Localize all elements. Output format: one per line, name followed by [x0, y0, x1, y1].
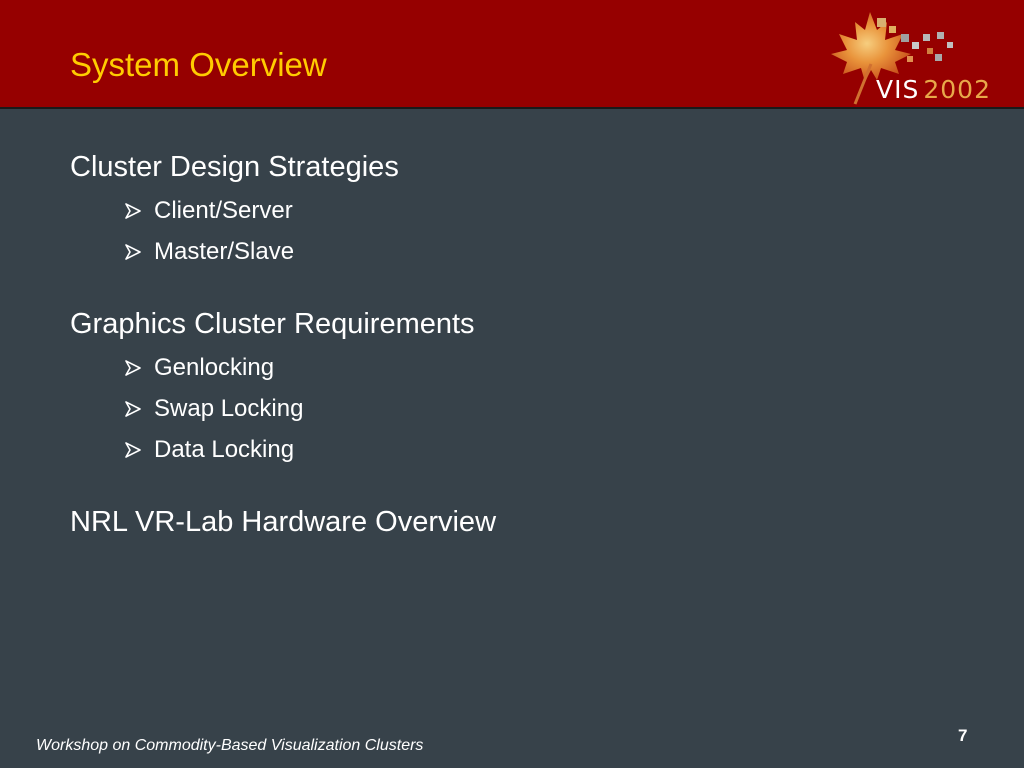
section-cluster-design: Cluster Design Strategies Client/Server … — [70, 150, 970, 273]
bullet-text: Genlocking — [154, 354, 275, 382]
section-hardware-overview: NRL VR-Lab Hardware Overview — [70, 505, 970, 540]
bullet-list: Genlocking Swap Locking Data Locking — [70, 348, 970, 471]
bullet-item: Genlocking — [124, 348, 970, 389]
bullet-text: Data Locking — [154, 436, 295, 464]
section-graphics-requirements: Graphics Cluster Requirements Genlocking… — [70, 307, 970, 471]
slide-header: System Overview VIS 2002 — [0, 0, 1024, 109]
section-heading: Cluster Design Strategies — [70, 151, 399, 183]
arrow-bullet-icon — [125, 360, 141, 376]
logo-text: VIS 2002 — [876, 77, 991, 102]
bullet-text: Client/Server — [154, 197, 293, 225]
bullet-item: Data Locking — [124, 430, 970, 471]
section-heading: NRL VR-Lab Hardware Overview — [70, 505, 497, 538]
bullet-item: Master/Slave — [124, 232, 970, 273]
arrow-bullet-icon — [125, 203, 141, 220]
slide: System Overview VIS 2002 Cluster Design … — [0, 0, 1024, 768]
bullet-text: Swap Locking — [154, 395, 304, 423]
bullet-list: Client/Server Master/Slave — [70, 191, 970, 273]
arrow-bullet-icon — [125, 244, 141, 261]
bullet-item: Swap Locking — [124, 389, 970, 430]
section-heading: Graphics Cluster Requirements — [70, 307, 475, 340]
logo-text-year: 2002 — [923, 75, 991, 104]
logo-text-main: VIS — [876, 75, 920, 104]
slide-content: Cluster Design Strategies Client/Server … — [70, 150, 970, 573]
arrow-bullet-icon — [125, 442, 141, 458]
slide-title: System Overview — [70, 46, 327, 83]
arrow-bullet-icon — [125, 401, 141, 417]
bullet-item: Client/Server — [124, 191, 970, 232]
footer-text: Workshop on Commodity-Based Visualizatio… — [36, 737, 424, 754]
page-number: 7 — [958, 726, 968, 745]
bullet-text: Master/Slave — [154, 238, 295, 266]
